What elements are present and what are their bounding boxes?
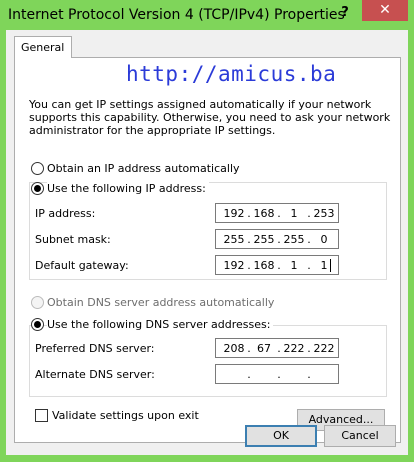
ip-address-octet-2: 168 <box>253 207 275 220</box>
ip-address-octet-3: 1 <box>290 207 298 220</box>
default-gateway-input[interactable]: 192 . 168 . 1 . 1 <box>215 255 339 275</box>
gateway-octet-4: 1 <box>320 259 328 272</box>
cancel-button[interactable]: Cancel <box>324 425 396 447</box>
close-button[interactable]: ✕ <box>362 0 408 21</box>
preferred-dns-octet-4: 222 <box>313 342 335 355</box>
validate-checkbox[interactable] <box>35 409 48 422</box>
dns-manual-radio[interactable] <box>31 318 44 331</box>
subnet-mask-octet-1: 255 <box>223 233 245 246</box>
gateway-octet-2: 168 <box>253 259 275 272</box>
ip-manual-radio[interactable] <box>31 182 44 195</box>
preferred-dns-label: Preferred DNS server: <box>35 342 155 355</box>
alternate-dns-label: Alternate DNS server: <box>35 368 155 381</box>
subnet-mask-label: Subnet mask: <box>35 233 111 246</box>
subnet-mask-input[interactable]: 255 . 255 . 255 . 0 <box>215 229 339 249</box>
dot: . <box>307 368 311 381</box>
text-caret <box>330 259 331 272</box>
ip-auto-radio[interactable] <box>31 162 44 175</box>
general-panel: You can get IP settings assigned automat… <box>14 57 401 443</box>
description-text: You can get IP settings assigned automat… <box>29 98 391 137</box>
subnet-mask-octet-2: 255 <box>253 233 275 246</box>
dot: . <box>247 368 251 381</box>
validate-label[interactable]: Validate settings upon exit <box>52 409 199 422</box>
preferred-dns-octet-1: 208 <box>223 342 245 355</box>
help-button[interactable]: ? <box>336 4 354 22</box>
watermark-url: http://amicus.ba <box>126 62 337 86</box>
tab-general[interactable]: General <box>14 36 72 58</box>
alternate-dns-input[interactable]: . . . <box>215 364 339 384</box>
gateway-octet-3: 1 <box>290 259 298 272</box>
ip-address-input[interactable]: 192 . 168 . 1 . 253 <box>215 203 339 223</box>
dns-auto-radio[interactable] <box>31 296 44 309</box>
subnet-mask-octet-4: 0 <box>320 233 328 246</box>
ip-address-octet-1: 192 <box>223 207 245 220</box>
preferred-dns-octet-3: 222 <box>283 342 305 355</box>
dot: . <box>277 368 281 381</box>
dialog-client: General You can get IP settings assigned… <box>6 30 408 455</box>
ip-address-label: IP address: <box>35 207 96 220</box>
ip-auto-label[interactable]: Obtain an IP address automatically <box>47 162 240 175</box>
window-title: Internet Protocol Version 4 (TCP/IPv4) P… <box>8 7 345 23</box>
gateway-octet-1: 192 <box>223 259 245 272</box>
subnet-mask-octet-3: 255 <box>283 233 305 246</box>
dns-manual-label[interactable]: Use the following DNS server addresses: <box>47 318 274 331</box>
title-bar: Internet Protocol Version 4 (TCP/IPv4) P… <box>0 0 414 30</box>
ip-manual-label[interactable]: Use the following IP address: <box>47 182 209 195</box>
default-gateway-label: Default gateway: <box>35 259 129 272</box>
dns-group-box <box>29 325 387 397</box>
preferred-dns-input[interactable]: 208 . 67 . 222 . 222 <box>215 338 339 358</box>
ok-button[interactable]: OK <box>245 425 317 447</box>
dns-auto-label[interactable]: Obtain DNS server address automatically <box>47 296 274 309</box>
ip-address-octet-4: 253 <box>313 207 335 220</box>
preferred-dns-octet-2: 67 <box>257 342 271 355</box>
